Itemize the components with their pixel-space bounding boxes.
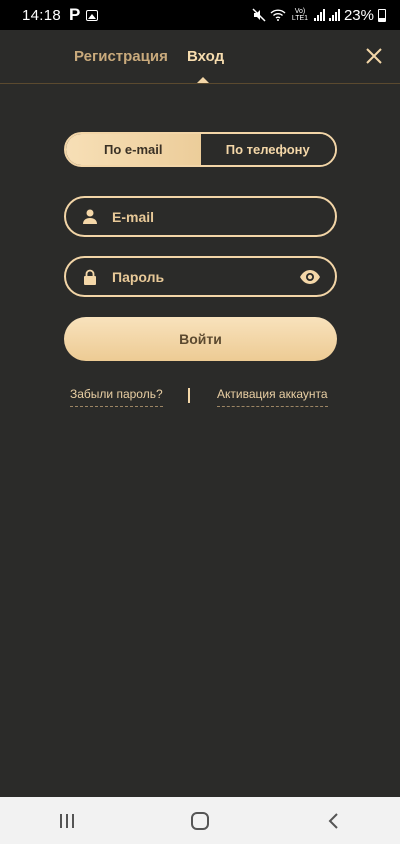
forgot-password-link[interactable]: Забыли пароль?: [70, 387, 163, 407]
recent-apps-icon[interactable]: [47, 801, 87, 841]
network-label: Vo) LTE1: [291, 8, 309, 22]
option-phone[interactable]: По телефону: [200, 134, 335, 165]
home-icon[interactable]: [180, 801, 220, 841]
signal-icon-2: [328, 9, 340, 21]
clock: 14:18: [22, 6, 62, 24]
login-method-switch: По e-mail По телефону: [64, 132, 337, 167]
password-placeholder: Пароль: [112, 268, 165, 285]
status-icons: Vo) LTE1 23%: [252, 7, 386, 24]
lock-icon: [82, 269, 98, 285]
mute-icon: [252, 8, 266, 22]
back-icon[interactable]: [313, 801, 353, 841]
p-icon: P: [69, 5, 81, 24]
email-placeholder: E-mail: [112, 208, 155, 225]
option-email[interactable]: По e-mail: [66, 134, 201, 165]
close-icon[interactable]: [364, 46, 384, 66]
wifi-icon: [270, 9, 286, 21]
user-icon: [82, 209, 98, 225]
signal-icon: [313, 9, 325, 21]
active-tab-indicator: [197, 77, 209, 83]
system-nav-bar: [0, 797, 400, 844]
auth-header: Регистрация Вход: [0, 30, 400, 84]
email-field[interactable]: E-mail: [64, 196, 337, 237]
password-field[interactable]: Пароль: [64, 256, 337, 297]
status-bar: 14:18 P Vo) LTE1 23%: [0, 0, 400, 30]
login-button[interactable]: Войти: [64, 317, 337, 361]
links-divider: [188, 388, 190, 403]
image-icon: [86, 9, 99, 21]
eye-icon[interactable]: [299, 268, 321, 286]
tab-registration[interactable]: Регистрация: [74, 48, 168, 65]
tab-login[interactable]: Вход: [187, 48, 224, 65]
battery-percent: 23%: [343, 6, 374, 24]
activate-account-link[interactable]: Активация аккаунта: [217, 387, 328, 407]
battery-icon: [378, 8, 386, 22]
